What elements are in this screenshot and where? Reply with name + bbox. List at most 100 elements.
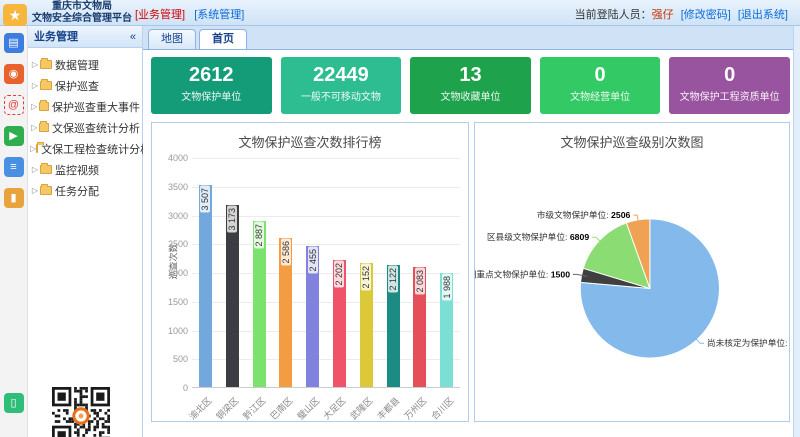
bar-value-label: 2 083: [415, 268, 425, 295]
sidebar-item-label: 监控视频: [55, 162, 99, 178]
bar: 3 507: [199, 185, 212, 387]
document-icon[interactable]: ≡: [4, 157, 24, 177]
sidebar-item[interactable]: ▷ 监控视频: [30, 159, 140, 180]
stat-card: 22449 一般不可移动文物: [281, 57, 402, 114]
app-title: 重庆市文物局 文物安全综合管理平台: [32, 1, 132, 25]
sidebar-item[interactable]: ▷ 文保巡查统计分析: [30, 117, 140, 138]
app-logo-star-icon: ★: [3, 4, 27, 26]
pie-label: 全国重点文物保护单位: 1500: [475, 268, 570, 279]
notebook-icon[interactable]: ▮: [4, 188, 24, 208]
y-axis-tick: 1000: [154, 326, 188, 336]
sidebar-item-label: 保护巡查重大事件: [52, 99, 140, 115]
bar: 2 887: [253, 221, 266, 387]
home-panel: 2612文物保护单位22449一般不可移动文物13文物收藏单位0文物经营单位0文…: [143, 49, 800, 437]
x-axis-label: 铜梁区: [213, 394, 241, 422]
panel-icon[interactable]: ▤: [4, 33, 24, 53]
login-prefix: 当前登陆人员：: [575, 9, 652, 21]
bar-value-label: 2 455: [308, 247, 318, 274]
battery-icon[interactable]: ▯: [4, 393, 24, 413]
header-nav: [业务管理] [系统管理]: [135, 6, 250, 22]
login-info: 当前登陆人员：强仔 [修改密码] [退出系统]: [575, 6, 788, 22]
platform-name: 文物安全综合管理平台: [32, 13, 132, 25]
sidebar-item-label: 文保巡查统计分析: [52, 120, 140, 136]
stat-card: 13文物收藏单位: [410, 57, 531, 114]
sidebar-menu: ▷数据管理▷保护巡查▷保护巡查重大事件▷文保巡查统计分析▷文保工程检查统计分析▷…: [28, 48, 142, 207]
y-axis-tick: 2000: [154, 268, 188, 278]
tab[interactable]: 首页: [199, 29, 247, 49]
bar-value-label: 2 152: [361, 264, 371, 291]
nav-system-link[interactable]: [系统管理]: [194, 9, 244, 21]
nav-business-link[interactable]: [业务管理]: [135, 9, 185, 21]
x-axis-label: 合川区: [428, 394, 456, 422]
sidebar-item-label: 保护巡查: [55, 78, 99, 94]
bar-value-label: 3 173: [227, 206, 237, 233]
folder-icon: [39, 123, 50, 132]
sidebar-item-label: 数据管理: [55, 57, 99, 73]
sidebar-title: 业务管理: [34, 26, 78, 47]
x-axis-label: 丰都县: [374, 394, 402, 422]
stat-value: 22449: [281, 64, 402, 86]
x-axis-label: 黔江区: [240, 394, 268, 422]
sidebar-item-label: 文保工程检查统计分析: [41, 141, 151, 157]
sidebar-item-label: 任务分配: [55, 183, 99, 199]
stat-value: 0: [540, 64, 661, 86]
stat-label: 一般不可移动文物: [281, 88, 402, 103]
stats-row: 2612文物保护单位22449一般不可移动文物13文物收藏单位0文物经营单位0文…: [143, 50, 800, 120]
folder-icon: [40, 186, 52, 195]
expand-icon[interactable]: ▷: [30, 60, 40, 69]
expand-icon[interactable]: ▷: [30, 102, 39, 111]
y-axis-tick: 3500: [154, 182, 188, 192]
qr-code: [52, 387, 110, 437]
folder-icon: [40, 60, 52, 69]
folder-icon: [40, 165, 52, 174]
at-icon[interactable]: @: [4, 95, 24, 115]
bar-value-label: 1 988: [442, 274, 452, 301]
vertical-scrollbar[interactable]: [793, 26, 800, 437]
bar-value-label: 2 887: [254, 222, 264, 249]
stat-label: 文物保护单位: [151, 88, 272, 103]
bar-value-label: 2 202: [334, 261, 344, 288]
sidebar-item[interactable]: ▷文保工程检查统计分析: [30, 138, 140, 159]
bar-chart-title: 文物保护巡查次数排行榜: [152, 123, 468, 151]
folder-icon: [36, 144, 38, 153]
stat-label: 文物收藏单位: [410, 88, 531, 103]
sidebar-item[interactable]: ▷ 数据管理: [30, 54, 140, 75]
sidebar-item[interactable]: ▷ 任务分配: [30, 180, 140, 201]
sidebar-item[interactable]: ▷ 保护巡查重大事件: [30, 96, 140, 117]
bar-value-label: 2 122: [388, 266, 398, 293]
bar-chart-panel: 文物保护巡查次数排行榜 巡查次数 05001000150020002500300…: [151, 122, 469, 422]
x-axis-label: 渝北区: [186, 394, 214, 422]
bar-value-label: 3 507: [200, 186, 210, 213]
gridline: [192, 158, 460, 159]
logout-link[interactable]: [退出系统]: [738, 9, 788, 21]
pie-label: 尚未核定为保护单位: 34981: [707, 337, 789, 348]
bar: 2 122: [387, 265, 400, 387]
expand-icon[interactable]: ▷: [30, 165, 40, 174]
expand-icon[interactable]: ▷: [30, 186, 40, 195]
y-axis-tick: 0: [154, 383, 188, 393]
bar: 1 988: [440, 273, 453, 387]
x-axis-label: 万州区: [401, 394, 429, 422]
weibo-icon[interactable]: ◉: [4, 64, 24, 84]
y-axis-tick: 1500: [154, 297, 188, 307]
change-password-link[interactable]: [修改密码]: [681, 9, 731, 21]
gridline: [192, 187, 460, 188]
stat-card: 0文物经营单位: [540, 57, 661, 114]
video-icon[interactable]: ▶: [4, 126, 24, 146]
charts-row: 文物保护巡查次数排行榜 巡查次数 05001000150020002500300…: [143, 120, 800, 422]
stat-label: 文物保护工程资质单位: [669, 88, 790, 103]
sidebar-item[interactable]: ▷ 保护巡查: [30, 75, 140, 96]
pie-chart: 尚未核定为保护单位: 34981全国重点文物保护单位: 1500区县级文物保护单…: [475, 123, 789, 421]
collapse-sidebar-icon[interactable]: «: [130, 26, 136, 47]
app-header: ★ 重庆市文物局 文物安全综合管理平台 [业务管理] [系统管理] 当前登陆人员…: [0, 0, 800, 26]
expand-icon[interactable]: ▷: [30, 123, 39, 132]
y-axis-tick: 2500: [154, 239, 188, 249]
org-name: 重庆市文物局: [32, 1, 132, 13]
sidebar-header: 业务管理 «: [28, 26, 142, 48]
x-axis-label: 璧山区: [294, 394, 322, 422]
app-icon-strip: ▤ ◉ @ ▶ ≡ ▮ ▯: [0, 26, 28, 437]
tab[interactable]: 地图: [148, 29, 196, 49]
pie-chart-panel: 文物保护巡查级别次数图 尚未核定为保护单位: 34981全国重点文物保护单位: …: [474, 122, 790, 422]
expand-icon[interactable]: ▷: [30, 81, 40, 90]
x-axis-label: 武隆区: [347, 394, 375, 422]
